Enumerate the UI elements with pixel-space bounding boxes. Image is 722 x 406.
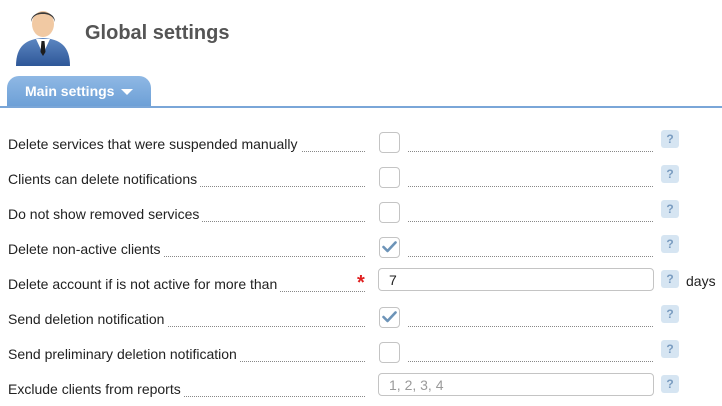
tab-bar: Main settings [0, 76, 722, 108]
help-icon[interactable]: ? [661, 270, 679, 288]
setting-row: Do not show removed services? [0, 196, 722, 231]
tab-underline [0, 106, 722, 108]
setting-label: Clients can delete notifications [8, 171, 201, 187]
setting-row: Delete services that were suspended manu… [0, 126, 722, 161]
dotted-leader [408, 361, 653, 362]
help-icon[interactable]: ? [661, 235, 679, 253]
help-icon[interactable]: ? [661, 340, 679, 358]
setting-row: Delete account if is not active for more… [0, 266, 722, 301]
dotted-leader [408, 151, 653, 152]
setting-label: Delete non-active clients [8, 241, 164, 257]
tab-label: Main settings [25, 83, 115, 99]
dotted-leader [408, 326, 653, 327]
setting-label: Send deletion notification [8, 311, 168, 327]
dotted-leader [408, 221, 653, 222]
setting-checkbox[interactable] [379, 132, 400, 153]
help-icon[interactable]: ? [661, 130, 679, 148]
page-title: Global settings [85, 22, 230, 44]
unit-label: days [686, 273, 716, 289]
caret-down-icon [121, 89, 133, 95]
excluded-clients-input[interactable] [378, 373, 654, 396]
user-avatar-icon [12, 2, 74, 66]
page-header: Global settings [0, 0, 722, 70]
setting-label: Delete services that were suspended manu… [8, 136, 301, 152]
setting-checkbox[interactable] [379, 167, 400, 188]
dotted-leader [408, 256, 653, 257]
setting-row: Delete non-active clients? [0, 231, 722, 266]
setting-checkbox[interactable] [379, 307, 400, 328]
setting-row: Send preliminary deletion notification? [0, 336, 722, 371]
checkmark-icon [382, 241, 397, 253]
setting-row: Exclude clients from reports? [0, 371, 722, 406]
setting-checkbox[interactable] [379, 237, 400, 258]
dotted-leader [408, 186, 653, 187]
help-icon[interactable]: ? [661, 200, 679, 218]
setting-checkbox[interactable] [379, 202, 400, 223]
help-icon[interactable]: ? [661, 375, 679, 393]
inactivity-days-input[interactable] [378, 268, 654, 291]
setting-label: Exclude clients from reports [8, 381, 184, 397]
help-icon[interactable]: ? [661, 305, 679, 323]
setting-row: Send deletion notification? [0, 301, 722, 336]
setting-row: Clients can delete notifications? [0, 161, 722, 196]
setting-label: Send preliminary deletion notification [8, 346, 240, 362]
setting-label: Do not show removed services [8, 206, 203, 222]
setting-checkbox[interactable] [379, 342, 400, 363]
help-icon[interactable]: ? [661, 165, 679, 183]
tab-main-settings[interactable]: Main settings [7, 76, 151, 107]
setting-label: Delete account if is not active for more… [8, 276, 281, 292]
checkmark-icon [382, 311, 397, 323]
